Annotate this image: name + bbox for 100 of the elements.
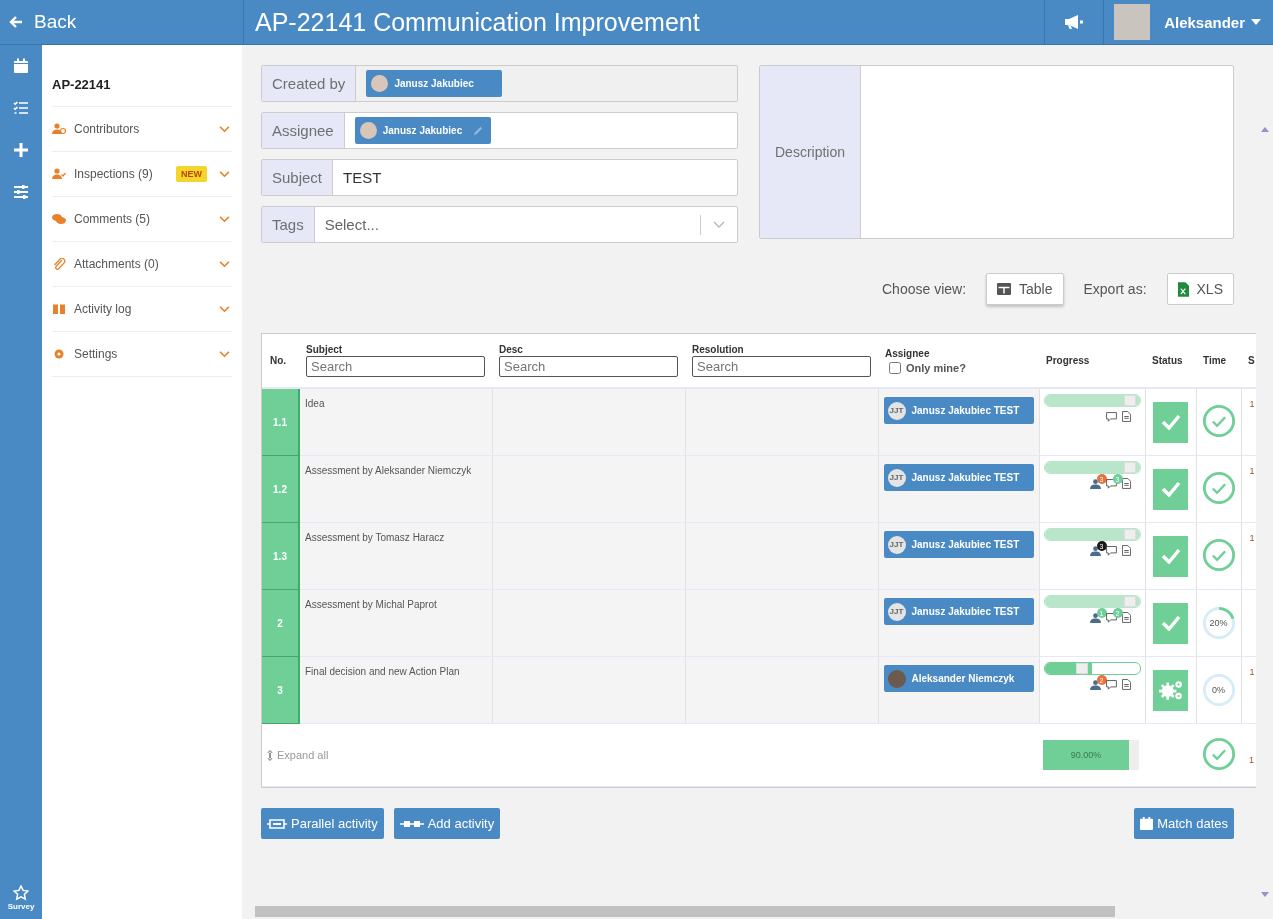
- search-input[interactable]: Search: [306, 356, 485, 377]
- chevron-down-icon: [219, 125, 230, 133]
- row-number: 1.1: [262, 388, 299, 456]
- expand-all-button[interactable]: Expand all: [262, 749, 334, 761]
- parallel-nodes-icon: [267, 817, 287, 830]
- new-badge: NEW: [176, 166, 207, 182]
- assignee-chip[interactable]: JJT Janusz Jakubiec TEST: [883, 464, 1034, 491]
- megaphone-icon: [1064, 14, 1085, 30]
- only-mine-checkbox[interactable]: [889, 361, 901, 374]
- subject-field[interactable]: Subject TEST: [261, 159, 738, 196]
- column-header: Desc: [499, 344, 524, 355]
- done-status-icon: [1153, 468, 1188, 510]
- parallel-activity-button[interactable]: Parallel activity: [261, 808, 384, 839]
- match-dates-button[interactable]: Match dates: [1134, 808, 1234, 839]
- sidebar-item[interactable]: Inspections (9) NEW: [52, 152, 232, 197]
- table-cell: 1: [1249, 755, 1254, 765]
- person-chip[interactable]: Janusz Jakubiec: [354, 117, 491, 144]
- assignee-field[interactable]: Assignee Janusz Jakubiec: [261, 112, 738, 149]
- chevron-down-icon: [713, 220, 725, 229]
- photo-placeholder: [1114, 4, 1151, 40]
- document-icon: [1121, 411, 1131, 422]
- sidebar-item[interactable]: Comments (5): [52, 197, 232, 242]
- document-icon: [1121, 612, 1131, 623]
- document-icon: [1121, 545, 1131, 556]
- assignee-chip[interactable]: Aleksander Niemczyk: [883, 665, 1034, 692]
- initials-avatar: JJT: [887, 468, 906, 487]
- time-percent: 0%: [1212, 685, 1225, 695]
- created-by-field: Created by Janusz Jakubiec: [261, 65, 738, 102]
- assignee-chip[interactable]: JJT Janusz Jakubiec TEST: [883, 598, 1034, 625]
- column-header: Progress: [1046, 355, 1090, 366]
- export-label: Export as:: [1083, 281, 1147, 297]
- scroll-up-icon[interactable]: [1261, 127, 1269, 132]
- paperclip-icon: [52, 258, 66, 270]
- comment-icon: [1105, 613, 1117, 623]
- check-circle-icon: [1201, 737, 1236, 771]
- column-header: S: [1248, 355, 1255, 366]
- search-input[interactable]: Search: [499, 356, 678, 377]
- assignee-chip[interactable]: JJT Janusz Jakubiec TEST: [883, 531, 1034, 558]
- back-button[interactable]: Back: [0, 0, 244, 44]
- sidebar-item[interactable]: Attachments (0): [52, 242, 232, 287]
- calendar-icon[interactable]: [13, 58, 29, 74]
- document-icon: [1121, 679, 1131, 690]
- comment-icon: [1105, 479, 1117, 489]
- row-number: 3: [262, 656, 299, 724]
- column-header: Assignee: [885, 347, 931, 359]
- chevron-down-icon: [219, 260, 230, 268]
- choose-view-label: Choose view:: [882, 281, 967, 297]
- comments-icon: [52, 213, 66, 225]
- search-input[interactable]: Search: [692, 356, 871, 377]
- table-icon: [997, 283, 1012, 295]
- caret-icon: [1251, 19, 1261, 25]
- users-icon: [52, 123, 66, 135]
- table-view-button[interactable]: Table: [986, 273, 1064, 305]
- initials-avatar: JJT: [887, 401, 906, 420]
- progress-ring: [1201, 673, 1236, 707]
- add-activity-button[interactable]: Add activity: [393, 808, 501, 839]
- announcements-button[interactable]: [1044, 0, 1105, 44]
- book-icon: [52, 303, 66, 315]
- gears-status-icon: [1153, 669, 1188, 711]
- check-circle-icon: [1201, 538, 1236, 572]
- activity-subject: Final decision and new Action Plan: [305, 666, 460, 677]
- table-cell: 1: [1249, 466, 1255, 476]
- table-cell: 1: [1249, 533, 1255, 543]
- row-number: 2: [262, 589, 299, 657]
- row-number: 1.2: [262, 455, 299, 523]
- comment-icon: [1105, 680, 1117, 690]
- sidebar-item[interactable]: Contributors: [52, 107, 232, 152]
- total-progress-bar: 90.00%: [1043, 740, 1139, 770]
- description-field[interactable]: Description: [759, 65, 1234, 239]
- scroll-down-icon[interactable]: [1261, 892, 1269, 897]
- survey-button[interactable]: Survey: [7, 885, 35, 911]
- scrollbar-thumb[interactable]: [255, 905, 1115, 917]
- only-mine-label: Only mine?: [906, 361, 966, 374]
- spreadsheet-file-icon: [1177, 281, 1189, 297]
- user-icon: [1089, 479, 1101, 489]
- plus-icon[interactable]: [13, 142, 29, 158]
- column-header: No.: [270, 355, 287, 366]
- sidebar-item[interactable]: Activity log: [52, 287, 232, 332]
- progress-ring: [1201, 606, 1236, 640]
- check-circle-icon: [1201, 471, 1236, 505]
- activity-subject: Assessment by Aleksander Niemczyk: [305, 465, 472, 476]
- checklist-icon[interactable]: [13, 100, 29, 116]
- xls-export-button[interactable]: XLS: [1166, 273, 1234, 305]
- sidebar-item[interactable]: Settings: [52, 332, 232, 377]
- column-header: Time: [1203, 355, 1227, 366]
- activity-subject: Idea: [305, 398, 325, 409]
- column-header: Subject: [306, 344, 344, 355]
- column-header: Status: [1152, 355, 1183, 366]
- user-icon: [1089, 613, 1101, 623]
- user-menu[interactable]: Aleksander: [1104, 0, 1273, 44]
- document-icon: [1121, 478, 1131, 489]
- tags-select[interactable]: Tags Select...: [261, 206, 738, 243]
- sliders-icon[interactable]: [13, 184, 29, 200]
- vertical-arrows-icon: [267, 749, 273, 761]
- initials-avatar: JJT: [887, 602, 906, 621]
- star-icon: [13, 885, 29, 901]
- done-status-icon: [1153, 535, 1188, 577]
- done-status-icon: [1153, 602, 1188, 644]
- gear-icon: [52, 348, 66, 360]
- assignee-chip[interactable]: JJT Janusz Jakubiec TEST: [883, 397, 1034, 424]
